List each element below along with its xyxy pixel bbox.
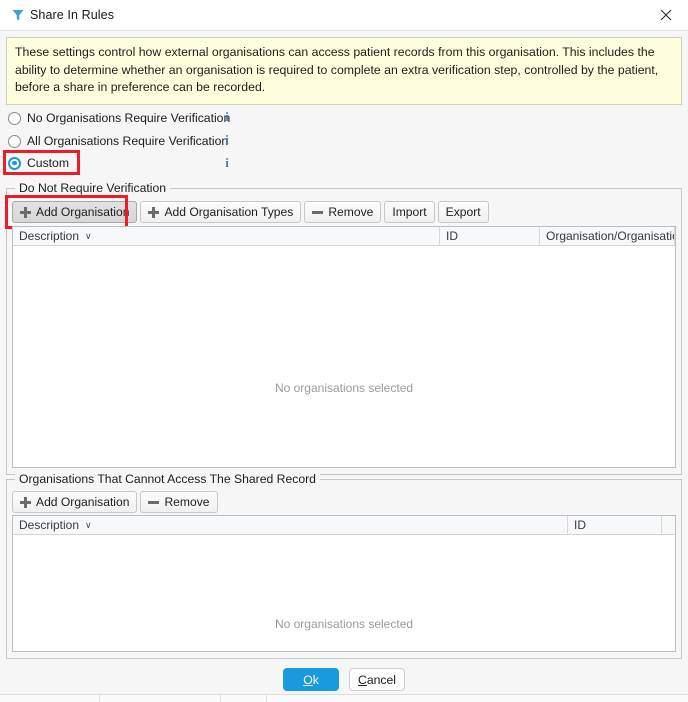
button-label: Import <box>392 205 427 219</box>
plus-icon <box>148 206 160 218</box>
column-label: Organisation/Organisation ... <box>546 229 675 243</box>
column-header-id[interactable]: ID <box>568 516 662 534</box>
column-header-organisation[interactable]: Organisation/Organisation ... <box>540 227 675 245</box>
radio-mark <box>8 134 21 148</box>
column-label: Description <box>19 229 80 243</box>
empty-message: No organisations selected <box>274 381 414 395</box>
remove-button[interactable]: Remove <box>304 201 382 223</box>
radio-label: No Organisations Require Verification <box>27 111 231 125</box>
plus-icon <box>20 206 31 218</box>
table-body: No organisations selected <box>13 535 675 651</box>
group-title: Organisations That Cannot Access The Sha… <box>15 472 320 486</box>
ok-button[interactable]: Ok <box>283 668 339 691</box>
cancel-button[interactable]: Cancel <box>349 668 405 691</box>
chevron-down-icon: ∨ <box>85 519 92 530</box>
button-label: Add Organisation <box>36 495 130 509</box>
radio-label: Custom <box>27 156 69 170</box>
info-icon-no-organisations[interactable]: i <box>222 109 232 125</box>
column-header-id[interactable]: ID <box>440 227 540 245</box>
table-header-row: Description ∨ ID Organisation/Organisati… <box>13 227 675 246</box>
title-bar: Share In Rules <box>0 0 688 30</box>
plus-icon <box>20 496 31 508</box>
filter-funnel-icon <box>7 8 29 22</box>
radio-label: All Organisations Require Verification <box>27 134 229 148</box>
column-label: ID <box>446 229 458 243</box>
radio-option-no-organisations[interactable]: No Organisations Require Verification <box>8 108 230 128</box>
group-title: Do Not Require Verification <box>15 181 170 195</box>
table-cannot-access: Description ∨ ID No organisations select… <box>12 515 676 652</box>
button-label: Add Organisation <box>36 205 130 219</box>
add-organisation-types-button[interactable]: Add Organisation Types <box>140 201 302 223</box>
toolbar-cannot-access: Add Organisation Remove <box>12 491 218 513</box>
table-body: No organisations selected <box>13 246 675 467</box>
chevron-down-icon: ∨ <box>85 230 92 241</box>
button-label: Remove <box>164 495 210 509</box>
add-organisation-button-secondary[interactable]: Add Organisation <box>12 491 138 513</box>
radio-option-custom[interactable]: Custom <box>8 153 69 173</box>
empty-message: No organisations selected <box>274 617 414 631</box>
import-button[interactable]: Import <box>384 201 435 223</box>
radio-option-all-organisations[interactable]: All Organisations Require Verification <box>8 131 228 151</box>
button-label: Add Organisation Types <box>164 205 294 219</box>
radio-mark-selected <box>8 156 21 170</box>
radio-mark <box>8 111 21 125</box>
info-icon-all-organisations[interactable]: i <box>222 132 232 148</box>
info-banner: These settings control how external orga… <box>6 37 682 105</box>
column-header-description[interactable]: Description ∨ <box>13 227 440 245</box>
toolbar-do-not-require-verification: Add Organisation Add Organisation Types … <box>12 201 489 223</box>
close-icon[interactable] <box>644 0 688 30</box>
button-label: Remove <box>328 205 374 219</box>
table-header-row: Description ∨ ID <box>13 516 675 535</box>
export-button[interactable]: Export <box>437 201 489 223</box>
add-organisation-button[interactable]: Add Organisation <box>12 201 138 223</box>
minus-icon <box>148 500 160 504</box>
column-header-description[interactable]: Description ∨ <box>13 516 568 534</box>
remove-button-secondary[interactable]: Remove <box>140 491 218 513</box>
window-title: Share In Rules <box>30 8 115 22</box>
table-do-not-require-verification: Description ∨ ID Organisation/Organisati… <box>12 226 676 468</box>
cancel-button-label: Cancel <box>358 672 396 687</box>
column-label: Description <box>19 518 80 532</box>
column-label: ID <box>574 518 586 532</box>
info-icon-custom[interactable]: i <box>222 155 232 171</box>
minus-icon <box>312 210 324 214</box>
button-label: Export <box>445 205 481 219</box>
dialog-body: These settings control how external orga… <box>0 30 688 688</box>
ok-button-label: Ok <box>303 672 319 687</box>
